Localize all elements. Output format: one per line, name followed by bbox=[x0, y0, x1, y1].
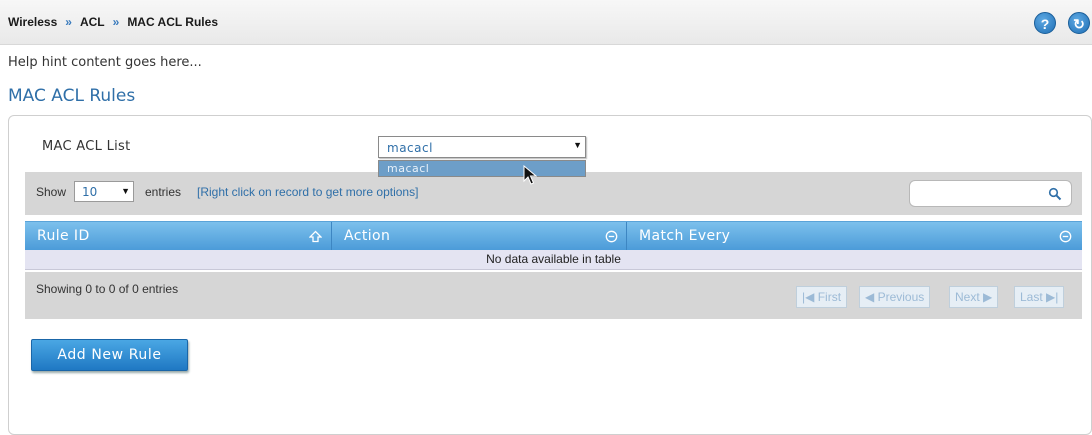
breadcrumb-item-acl[interactable]: ACL bbox=[80, 15, 105, 29]
sort-icon[interactable] bbox=[1059, 230, 1072, 243]
search-icon bbox=[1048, 187, 1062, 201]
next-icon: ▶ bbox=[983, 290, 993, 304]
table-info: Showing 0 to 0 of 0 entries bbox=[36, 282, 179, 296]
next-label: Next bbox=[955, 290, 980, 304]
previous-label: Previous bbox=[877, 290, 925, 304]
mac-acl-list-label: MAC ACL List bbox=[42, 139, 131, 154]
breadcrumb-item-wireless[interactable]: Wireless bbox=[8, 15, 57, 29]
page-size-select[interactable]: 10 ▼ bbox=[74, 181, 134, 202]
column-divider bbox=[331, 222, 332, 251]
sort-asc-icon[interactable] bbox=[309, 230, 322, 243]
sort-icon[interactable] bbox=[605, 230, 618, 243]
chevron-down-icon: ▼ bbox=[121, 186, 130, 196]
table-header: Rule ID Action Match Every bbox=[25, 221, 1082, 251]
search-input[interactable] bbox=[909, 180, 1072, 207]
last-page-button[interactable]: Last ▶| bbox=[1014, 286, 1065, 308]
first-page-button[interactable]: |◀ First bbox=[796, 286, 848, 308]
refresh-icon[interactable]: ↻ bbox=[1068, 12, 1090, 34]
column-header-match-every[interactable]: Match Every bbox=[639, 222, 730, 251]
breadcrumb: Wireless » ACL » MAC ACL Rules bbox=[8, 15, 218, 29]
empty-table-message: No data available in table bbox=[486, 252, 621, 266]
last-label: Last bbox=[1020, 290, 1043, 304]
breadcrumb-bar: Wireless » ACL » MAC ACL Rules ? ↻ bbox=[0, 0, 1092, 45]
help-hint: Help hint content goes here... bbox=[8, 55, 202, 70]
entries-label: entries bbox=[145, 185, 182, 199]
previous-page-button[interactable]: ◀ Previous bbox=[859, 286, 931, 308]
column-divider bbox=[626, 222, 627, 251]
page-size-value: 10 bbox=[82, 185, 98, 199]
next-page-button[interactable]: Next ▶ bbox=[949, 286, 999, 308]
column-header-action[interactable]: Action bbox=[344, 222, 390, 251]
first-label: First bbox=[817, 290, 842, 304]
breadcrumb-item-current: MAC ACL Rules bbox=[127, 15, 218, 29]
breadcrumb-separator: » bbox=[65, 15, 72, 29]
chevron-down-icon: ▼ bbox=[573, 140, 582, 150]
right-click-hint: [Right click on record to get more optio… bbox=[197, 185, 419, 199]
last-icon: ▶| bbox=[1046, 290, 1059, 304]
add-new-rule-button[interactable]: Add New Rule bbox=[31, 339, 188, 371]
breadcrumb-separator: » bbox=[112, 15, 120, 29]
mac-acl-selected-value: macacl bbox=[387, 141, 433, 155]
page-title: MAC ACL Rules bbox=[8, 86, 136, 106]
show-label: Show bbox=[36, 185, 67, 199]
table-row: No data available in table bbox=[25, 250, 1082, 270]
previous-icon: ◀ bbox=[865, 290, 875, 304]
mac-acl-list-select[interactable]: macacl ▼ bbox=[378, 136, 586, 158]
mouse-cursor-icon bbox=[523, 165, 537, 185]
help-icon[interactable]: ? bbox=[1034, 12, 1056, 34]
mac-acl-option-label: macacl bbox=[387, 162, 430, 175]
mac-acl-option[interactable]: macacl bbox=[378, 160, 586, 177]
column-header-rule-id[interactable]: Rule ID bbox=[37, 222, 90, 251]
first-icon: |◀ bbox=[802, 290, 815, 304]
